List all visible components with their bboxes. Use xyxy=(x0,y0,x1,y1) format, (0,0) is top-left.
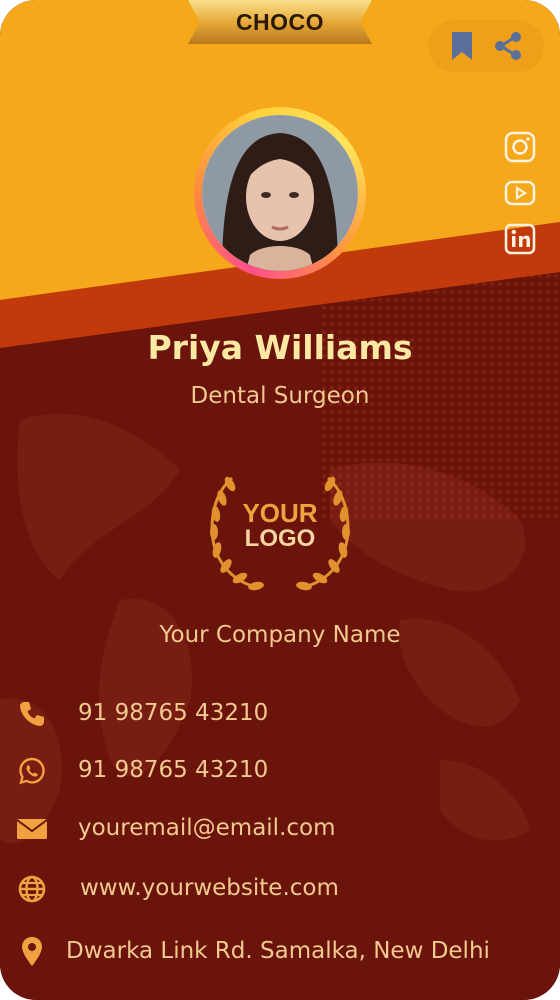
contact-address-row[interactable]: Dwarka Link Rd. Samalka, New Delhi xyxy=(0,932,560,972)
plan-badge-label: CHOCO xyxy=(235,8,325,35)
contact-whatsapp-row[interactable]: 91 98765 43210 xyxy=(0,751,560,791)
youtube-icon[interactable] xyxy=(503,176,536,209)
phone-icon xyxy=(14,696,50,732)
share-icon[interactable] xyxy=(492,30,524,62)
email-icon xyxy=(14,811,50,847)
logo-line-2: LOGO xyxy=(244,525,316,552)
contact-email-text: youremail@email.com xyxy=(78,815,336,841)
contact-website-row[interactable]: www.yourwebsite.com xyxy=(0,869,560,909)
instagram-icon[interactable] xyxy=(503,130,536,163)
contact-website-text: www.yourwebsite.com xyxy=(80,875,339,901)
bookmark-icon[interactable] xyxy=(446,30,478,62)
profile-title: Dental Surgeon xyxy=(190,383,370,409)
contact-whatsapp-text: 91 98765 43210 xyxy=(78,757,269,783)
company-logo-text: YOUR LOGO xyxy=(200,500,360,552)
profile-photo-ring xyxy=(194,107,366,279)
company-name: Your Company Name xyxy=(159,622,401,648)
linkedin-icon[interactable] xyxy=(503,222,536,255)
top-actions xyxy=(428,20,544,72)
location-pin-icon xyxy=(14,934,50,970)
whatsapp-icon xyxy=(14,753,50,789)
contact-phone-row[interactable]: 91 98765 43210 xyxy=(0,694,560,734)
profile-photo xyxy=(202,115,358,271)
contact-address-text: Dwarka Link Rd. Samalka, New Delhi xyxy=(66,938,490,964)
business-card: CHOCO Priya Williams Dental Surgeon YOUR… xyxy=(0,0,560,1000)
contact-email-row[interactable]: youremail@email.com xyxy=(0,809,560,849)
contact-phone-text: 91 98765 43210 xyxy=(78,700,269,726)
globe-icon xyxy=(14,871,50,907)
logo-line-1: YOUR xyxy=(242,498,318,528)
profile-name: Priya Williams xyxy=(147,328,413,367)
